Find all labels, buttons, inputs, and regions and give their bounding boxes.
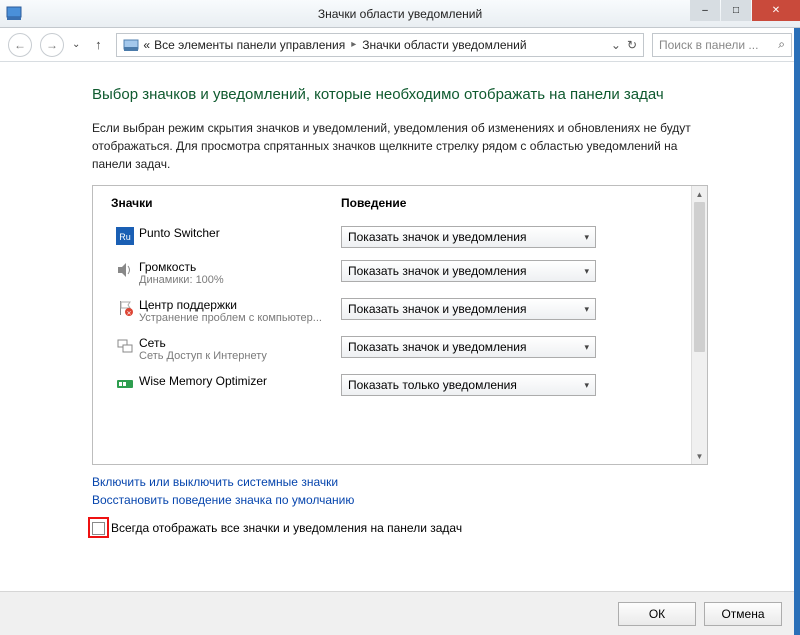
behavior-cell: Показать значок и уведомления ▾ (341, 226, 673, 248)
behavior-value: Показать значок и уведомления (348, 340, 527, 354)
page-title: Выбор значков и уведомлений, которые нео… (92, 84, 708, 105)
chevron-down-icon: ▾ (584, 342, 589, 353)
behavior-select[interactable]: Показать значок и уведомления ▾ (341, 336, 596, 358)
refresh-icon[interactable]: ↻ (627, 38, 637, 52)
item-name: Wise Memory Optimizer (139, 374, 341, 388)
list-item: Wise Memory OptimizerПоказать только уве… (111, 368, 673, 402)
chevron-down-icon: ▾ (584, 232, 589, 243)
behavior-cell: Показать значок и уведомления ▾ (341, 260, 673, 282)
cancel-button[interactable]: Отмена (704, 602, 782, 626)
item-label: Wise Memory Optimizer (139, 374, 341, 388)
behavior-value: Показать только уведомления (348, 378, 517, 392)
recent-dropdown-icon[interactable]: ⌄ (72, 39, 80, 50)
search-icon: ⌕ (778, 37, 785, 52)
scroll-thumb[interactable] (694, 202, 705, 352)
item-name: Punto Switcher (139, 226, 341, 240)
icons-panel: Значки Поведение RuPunto SwitcherПоказат… (92, 185, 708, 465)
footer: ОК Отмена (0, 591, 800, 635)
vol-icon (111, 260, 139, 279)
item-name: Сеть (139, 336, 341, 350)
wise-icon (111, 374, 139, 393)
app-icon (6, 6, 22, 22)
links-section: Включить или выключить системные значки … (92, 475, 708, 507)
behavior-select[interactable]: Показать значок и уведомления ▾ (341, 260, 596, 282)
window-title: Значки области уведомлений (318, 7, 482, 21)
breadcrumb-prefix: « (143, 38, 150, 52)
behavior-select[interactable]: Показать значок и уведомления ▾ (341, 226, 596, 248)
titlebar: Значки области уведомлений – □ ✕ (0, 0, 800, 28)
address-bar[interactable]: « Все элементы панели управления ▸ Значк… (116, 33, 644, 57)
behavior-select[interactable]: Показать значок и уведомления ▾ (341, 298, 596, 320)
behavior-value: Показать значок и уведомления (348, 302, 527, 316)
page-description: Если выбран режим скрытия значков и увед… (92, 119, 708, 173)
chevron-down-icon: ▾ (584, 304, 589, 315)
flag-icon: ✕ (111, 298, 139, 317)
item-label: Punto Switcher (139, 226, 341, 240)
close-button[interactable]: ✕ (752, 0, 800, 21)
address-dropdown-icon[interactable]: ⌄ (611, 38, 621, 52)
always-show-row: Всегда отображать все значки и уведомлен… (92, 521, 708, 535)
background-window-edge (794, 28, 800, 635)
always-show-label: Всегда отображать все значки и уведомлен… (111, 521, 462, 535)
behavior-select[interactable]: Показать только уведомления ▾ (341, 374, 596, 396)
item-subtitle: Сеть Доступ к Интернету (139, 350, 334, 362)
breadcrumb-item-2[interactable]: Значки области уведомлений (362, 38, 526, 52)
scroll-down-icon[interactable]: ▼ (692, 448, 707, 464)
item-label: СетьСеть Доступ к Интернету (139, 336, 341, 362)
back-button[interactable]: ← (8, 33, 32, 57)
scroll-up-icon[interactable]: ▲ (692, 186, 707, 202)
item-label: Центр поддержкиУстранение проблем с комп… (139, 298, 341, 324)
maximize-button[interactable]: □ (721, 0, 751, 21)
toolbar: ← → ⌄ ↑ « Все элементы панели управления… (0, 28, 800, 62)
net-icon (111, 336, 139, 355)
list-item: ГромкостьДинамики: 100%Показать значок и… (111, 254, 673, 292)
column-behavior: Поведение (341, 196, 673, 210)
behavior-cell: Показать значок и уведомления ▾ (341, 336, 673, 358)
svg-text:Ru: Ru (119, 232, 131, 242)
ok-button[interactable]: ОК (618, 602, 696, 626)
up-button[interactable]: ↑ (88, 35, 108, 55)
item-name: Центр поддержки (139, 298, 341, 312)
behavior-value: Показать значок и уведомления (348, 264, 527, 278)
icons-list: Значки Поведение RuPunto SwitcherПоказат… (93, 186, 691, 464)
list-item: СетьСеть Доступ к ИнтернетуПоказать знач… (111, 330, 673, 368)
item-subtitle: Устранение проблем с компьютер... (139, 312, 334, 324)
forward-button[interactable]: → (40, 33, 64, 57)
content-area: Выбор значков и уведомлений, которые нео… (0, 62, 800, 635)
location-icon (123, 37, 139, 53)
always-show-checkbox[interactable] (92, 522, 105, 535)
list-item: RuPunto SwitcherПоказать значок и уведом… (111, 220, 673, 254)
column-icons: Значки (111, 196, 341, 210)
ru-icon: Ru (111, 226, 139, 245)
svg-text:✕: ✕ (126, 311, 131, 317)
behavior-cell: Показать только уведомления ▾ (341, 374, 673, 396)
item-name: Громкость (139, 260, 341, 274)
behavior-cell: Показать значок и уведомления ▾ (341, 298, 673, 320)
search-placeholder: Поиск в панели ... (659, 38, 778, 52)
chevron-down-icon: ▾ (584, 266, 589, 277)
list-item: ✕ Центр поддержкиУстранение проблем с ком… (111, 292, 673, 330)
window-controls: – □ ✕ (689, 0, 800, 21)
behavior-value: Показать значок и уведомления (348, 230, 527, 244)
chevron-down-icon: ▾ (584, 380, 589, 391)
search-input[interactable]: Поиск в панели ... ⌕ (652, 33, 792, 57)
minimize-button[interactable]: – (690, 0, 720, 21)
breadcrumb-separator: ▸ (349, 39, 358, 50)
item-subtitle: Динамики: 100% (139, 274, 334, 286)
breadcrumb-item-1[interactable]: Все элементы панели управления (154, 38, 345, 52)
item-label: ГромкостьДинамики: 100% (139, 260, 341, 286)
column-headers: Значки Поведение (111, 196, 673, 210)
link-system-icons[interactable]: Включить или выключить системные значки (92, 475, 708, 489)
scrollbar[interactable]: ▲ ▼ (691, 186, 707, 464)
link-restore-defaults[interactable]: Восстановить поведение значка по умолчан… (92, 493, 708, 507)
